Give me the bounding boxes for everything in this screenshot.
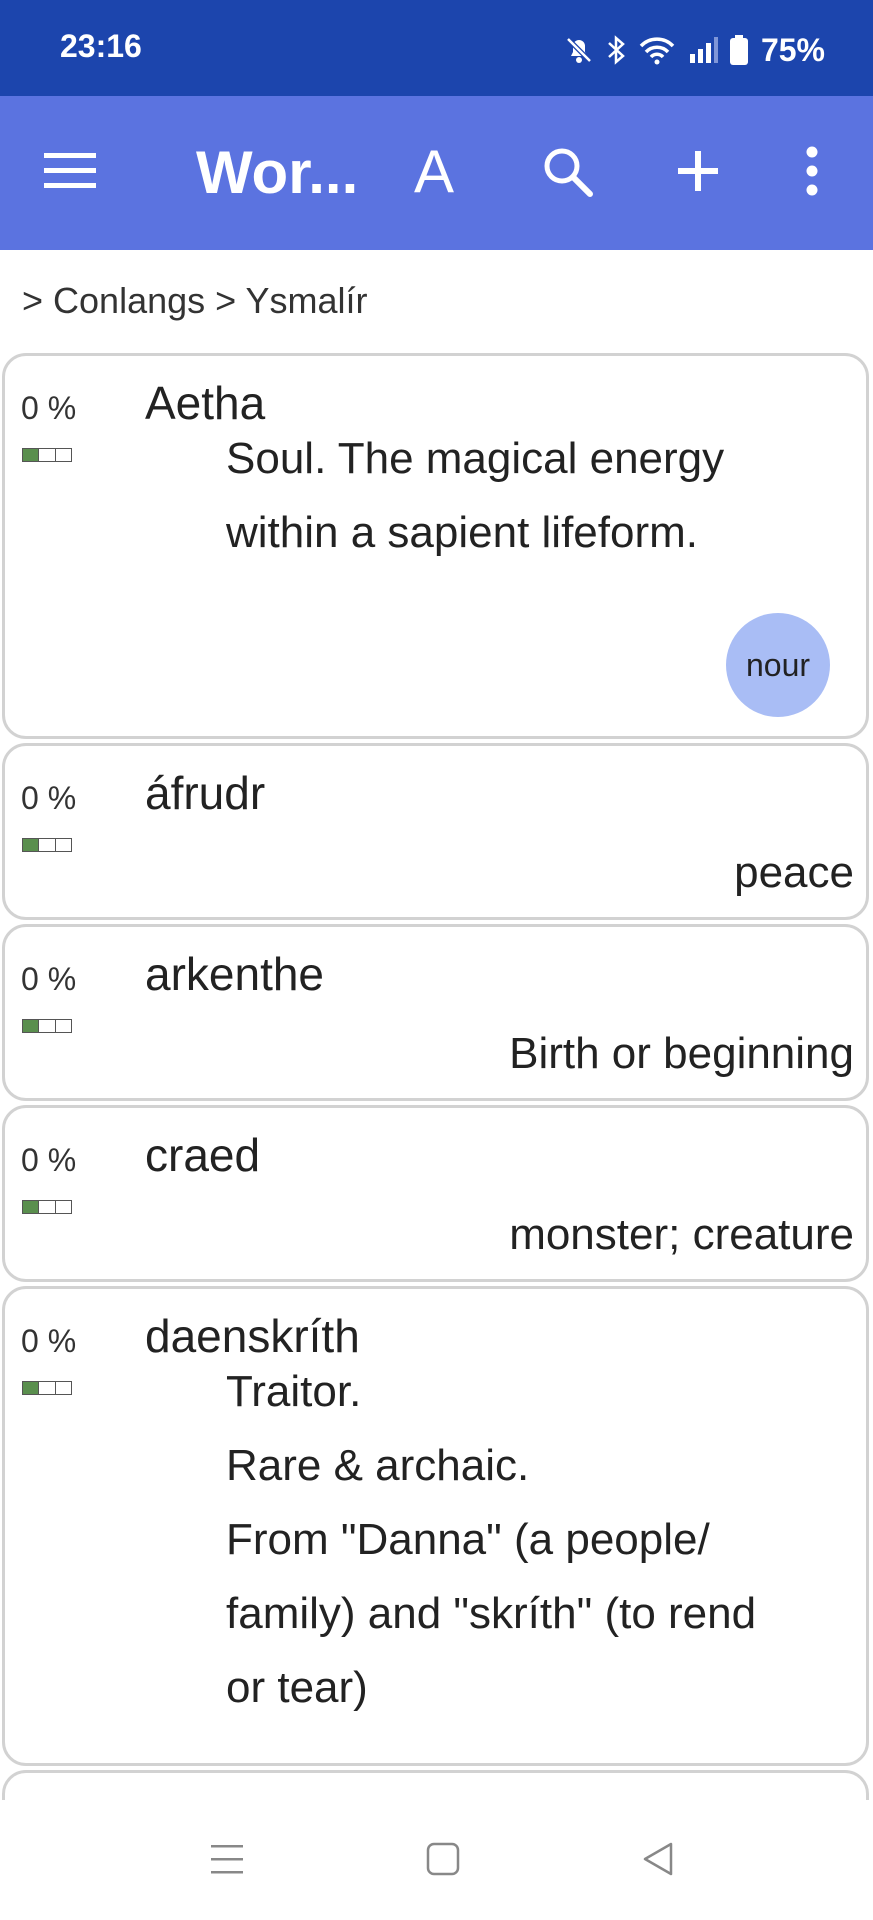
bluetooth-icon xyxy=(605,34,627,66)
entry-percent: 0 % xyxy=(21,390,77,426)
battery-level: 75% xyxy=(760,31,825,68)
font-button[interactable]: A xyxy=(404,136,464,206)
signal-icon xyxy=(687,34,719,66)
more-vertical-icon xyxy=(805,146,819,201)
word-entry-card[interactable] xyxy=(2,1770,869,1801)
entry-progress-bar xyxy=(22,1019,72,1033)
entry-tag-badge[interactable]: nour xyxy=(726,613,830,717)
definition-line: Rare & archaic. xyxy=(226,1441,530,1490)
word-entry-card[interactable]: 0 % arkenthe Birth or beginning xyxy=(2,924,869,1101)
word-list: 0 % Aetha Soul. The magical energy withi… xyxy=(0,353,873,1801)
breadcrumb[interactable]: > Conlangs > Ysmalír xyxy=(22,280,368,322)
word-entry-card[interactable]: 0 % áfrudr peace xyxy=(2,743,869,920)
bell-muted-icon xyxy=(563,34,595,66)
word-entry-card[interactable]: 0 % craed monster; creature xyxy=(2,1105,869,1282)
status-time: 23:16 xyxy=(60,28,142,64)
hamburger-menu-button[interactable] xyxy=(40,143,100,203)
definition-line: or tear) xyxy=(226,1663,368,1712)
navigation-bar xyxy=(0,1800,873,1920)
entry-percent: 0 % xyxy=(21,1142,77,1178)
definition-line: Traitor. xyxy=(226,1367,362,1416)
back-button[interactable] xyxy=(634,1836,684,1886)
search-icon xyxy=(540,144,594,203)
app-title: Wor... xyxy=(196,139,359,206)
entry-definition: peace xyxy=(734,848,854,897)
entry-definition: Soul. The magical energy within a sapien… xyxy=(226,422,836,570)
recents-button[interactable] xyxy=(202,1836,252,1886)
entry-percent: 0 % xyxy=(21,1323,77,1359)
entry-word: craed xyxy=(145,1129,261,1181)
definition-line: From "Danna" (a people/ xyxy=(226,1515,710,1564)
status-icons: 75% xyxy=(563,30,825,70)
hamburger-menu-icon xyxy=(42,149,98,198)
entry-definition: Traitor. Rare & archaic. From "Danna" (a… xyxy=(226,1355,836,1725)
entry-progress-bar xyxy=(22,448,72,462)
entry-word: arkenthe xyxy=(145,948,325,1000)
home-icon xyxy=(423,1839,463,1884)
definition-line: Soul. The magical energy xyxy=(226,434,725,483)
entry-percent: 0 % xyxy=(21,780,77,816)
definition-line: within a sapient lifeform. xyxy=(226,508,698,557)
plus-icon xyxy=(674,147,722,200)
more-options-button[interactable] xyxy=(790,141,834,205)
app-bar: Wor... A xyxy=(0,96,873,250)
home-button[interactable] xyxy=(418,1836,468,1886)
wifi-icon xyxy=(637,34,677,66)
recents-icon xyxy=(207,1839,247,1884)
entry-progress-bar xyxy=(22,838,72,852)
add-button[interactable] xyxy=(666,141,730,205)
word-entry-card[interactable]: 0 % daenskríth Traitor. Rare & archaic. … xyxy=(2,1286,869,1766)
definition-line: family) and "skríth" (to rend xyxy=(226,1589,757,1638)
status-bar: 23:16 75% xyxy=(0,0,873,96)
entry-definition: monster; creature xyxy=(509,1210,854,1259)
entry-definition: Birth or beginning xyxy=(509,1029,854,1078)
word-entry-card[interactable]: 0 % Aetha Soul. The magical energy withi… xyxy=(2,353,869,739)
entry-progress-bar xyxy=(22,1200,72,1214)
search-button[interactable] xyxy=(535,141,599,205)
entry-percent: 0 % xyxy=(21,961,77,997)
entry-word: áfrudr xyxy=(145,767,266,819)
back-icon xyxy=(639,1839,679,1884)
entry-progress-bar xyxy=(22,1381,72,1395)
battery-icon xyxy=(729,34,749,66)
